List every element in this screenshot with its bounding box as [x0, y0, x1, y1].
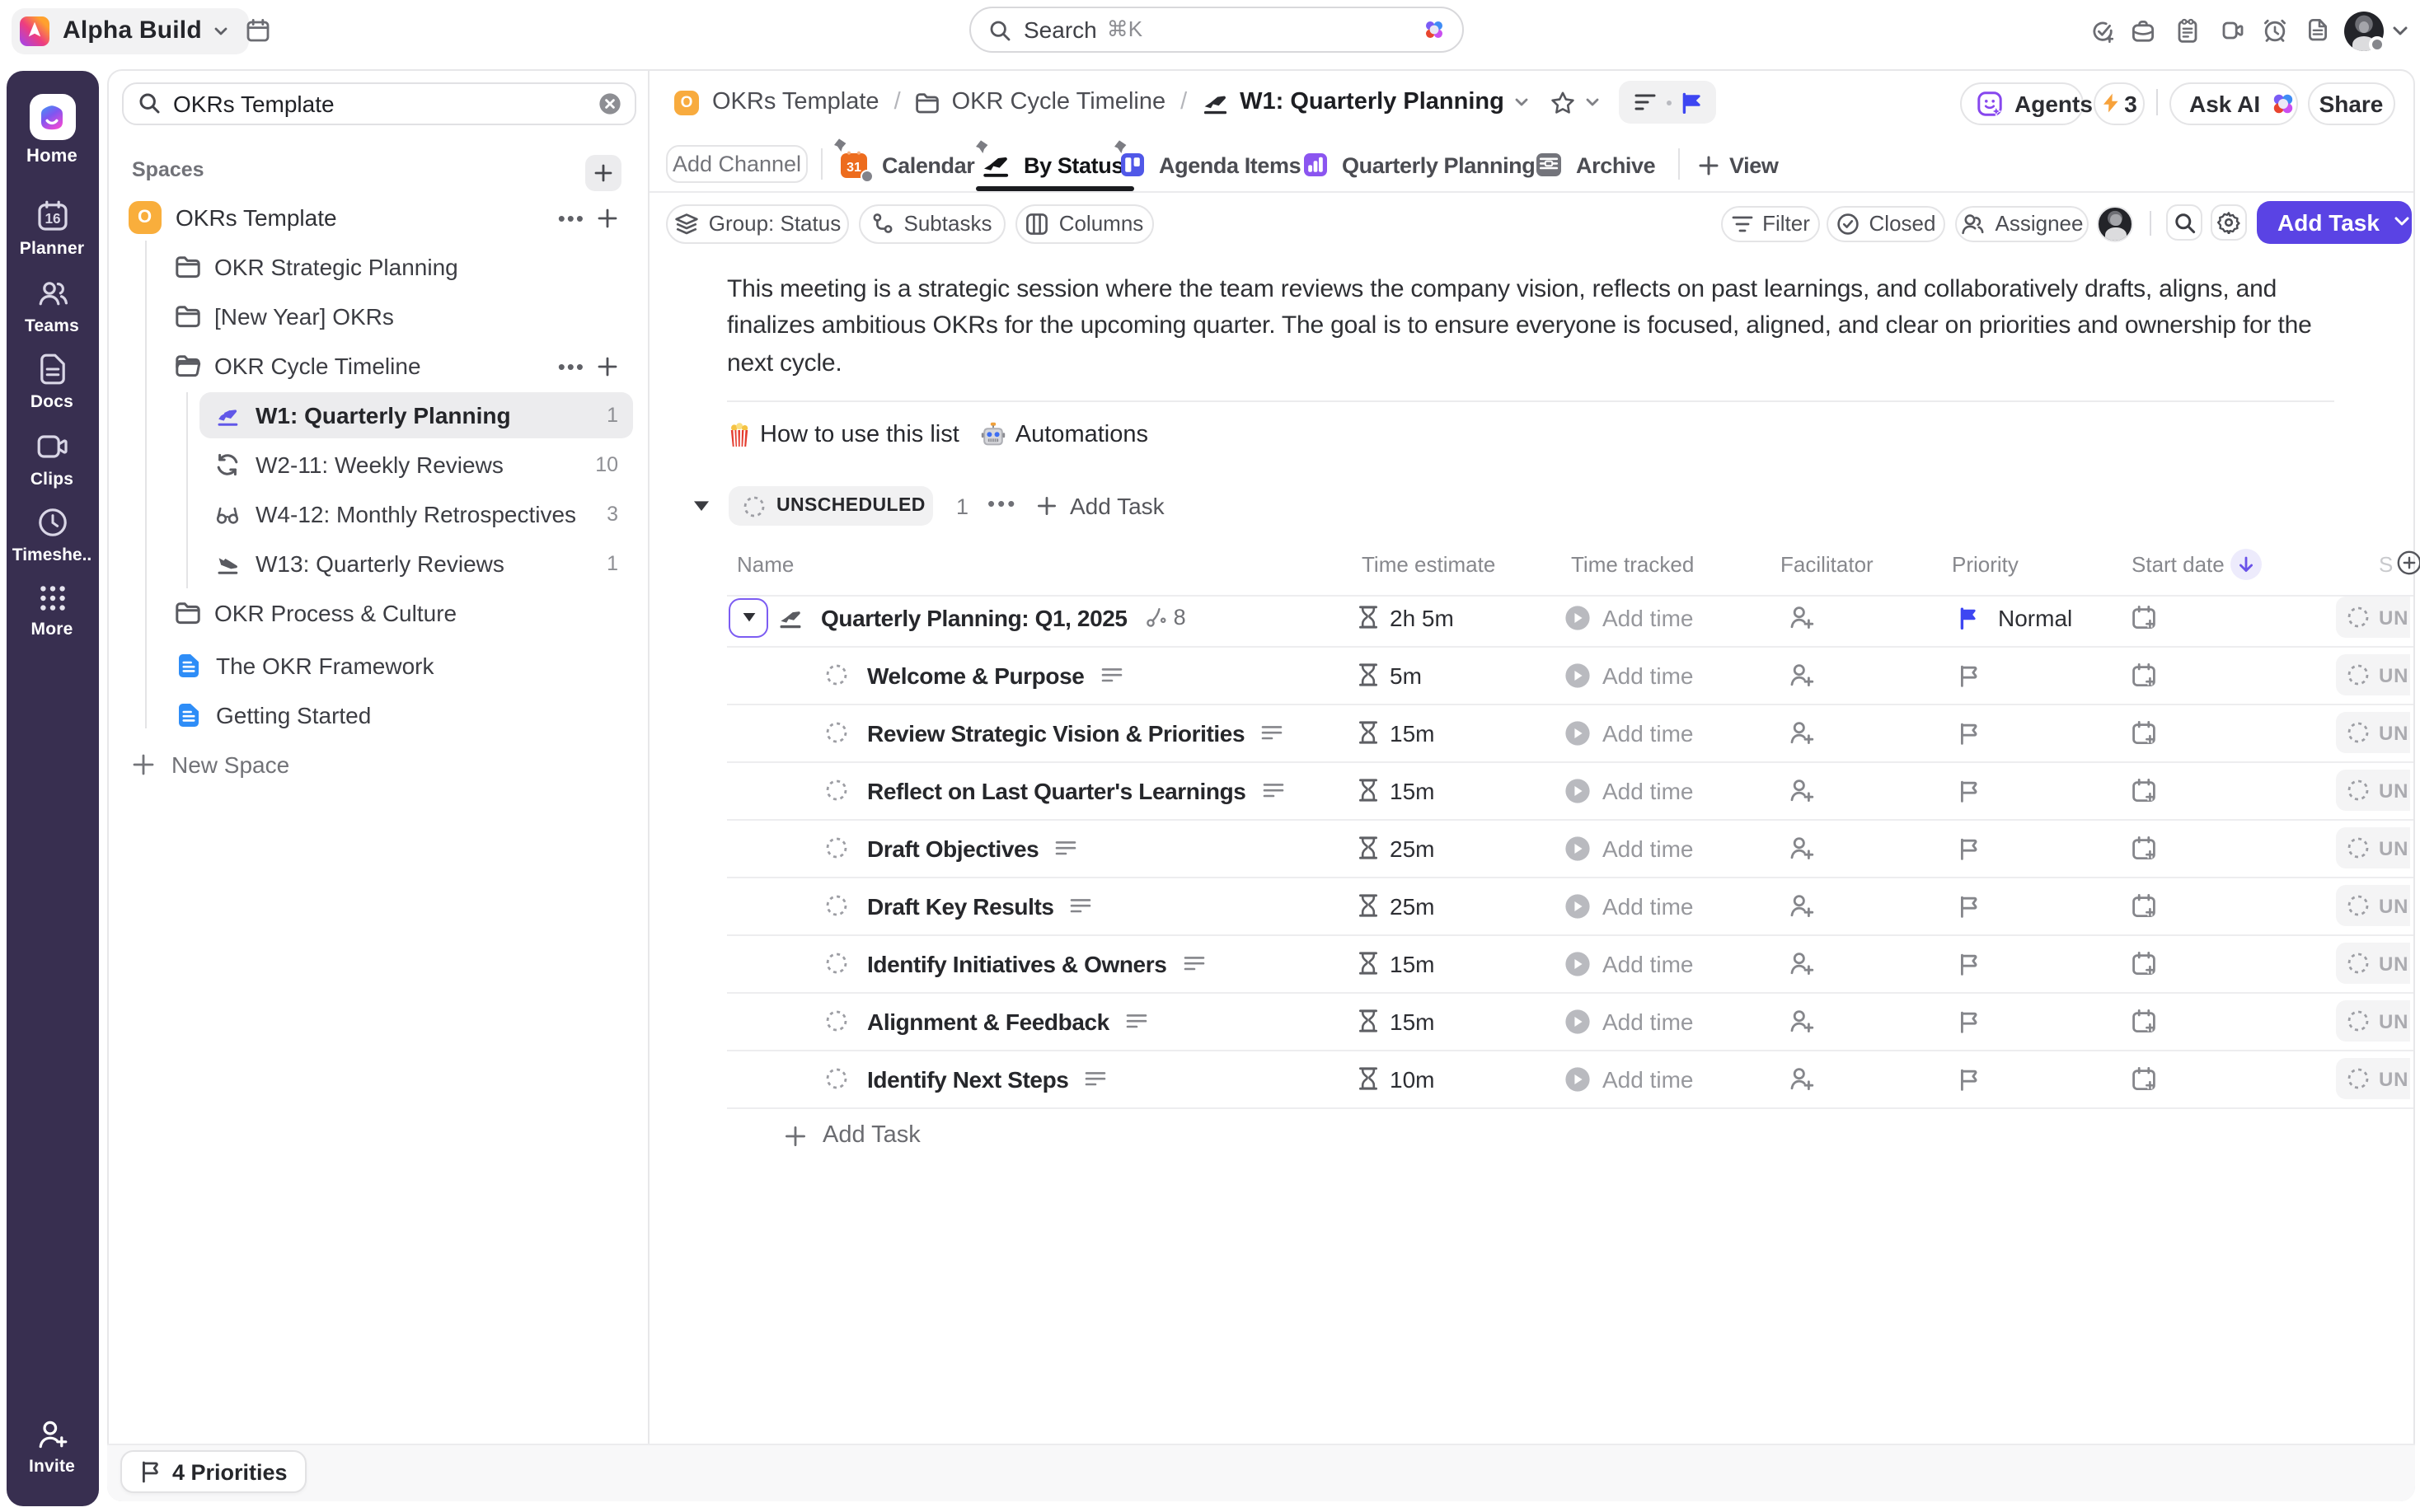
svg-text:16: 16 [44, 210, 59, 227]
svg-text:31: 31 [847, 161, 861, 175]
